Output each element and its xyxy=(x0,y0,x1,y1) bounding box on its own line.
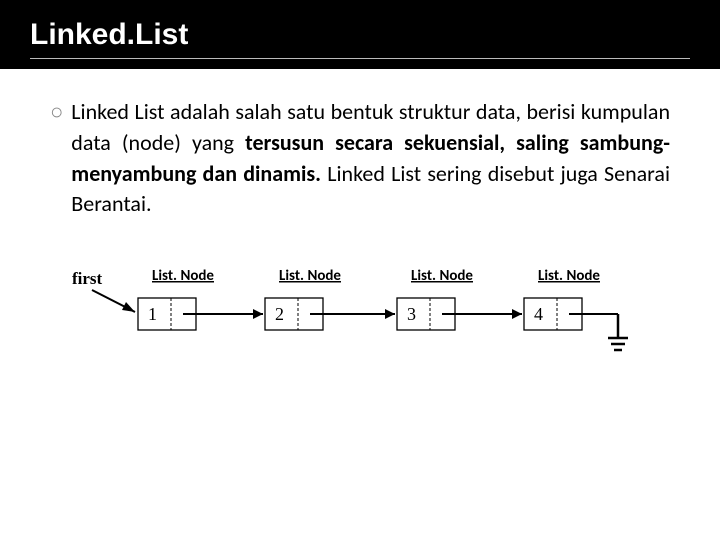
diagram-first-label: first xyxy=(72,269,103,288)
node-value: 4 xyxy=(534,304,543,324)
node-value: 3 xyxy=(407,304,416,324)
linkedlist-diagram: first List. Node 1 List. Node 2 List. No… xyxy=(50,250,670,360)
arrow-head-icon xyxy=(253,309,263,319)
diagram-node-label: List. Node xyxy=(152,267,214,285)
slide-title: Linked.List xyxy=(30,18,690,52)
body-text: Linked List adalah salah satu bentuk str… xyxy=(71,97,670,220)
node-value: 2 xyxy=(275,304,284,324)
bullet-icon: ○ xyxy=(50,99,63,125)
arrow-head-icon xyxy=(385,309,395,319)
diagram-node-label: List. Node xyxy=(411,267,473,285)
arrow-head-icon xyxy=(122,302,135,312)
slide-content: ○ Linked List adalah salah satu bentuk s… xyxy=(0,69,720,360)
diagram-node-label: List. Node xyxy=(538,267,600,285)
bullet-item: ○ Linked List adalah salah satu bentuk s… xyxy=(50,97,670,220)
diagram-node-label: List. Node xyxy=(279,267,341,285)
slide-header: Linked.List xyxy=(0,0,720,69)
node-value: 1 xyxy=(148,304,157,324)
header-divider xyxy=(30,58,690,59)
arrow-head-icon xyxy=(512,309,522,319)
